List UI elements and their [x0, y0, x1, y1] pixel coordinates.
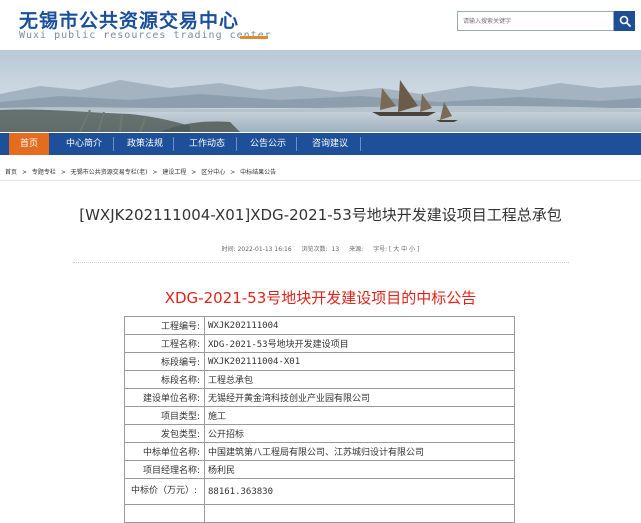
field-value: 杨利民: [204, 460, 515, 479]
font-size-switcher[interactable]: 字号: [ 大 中 小 ]: [373, 246, 419, 253]
nav-item-announcements[interactable]: 公告公示: [241, 133, 295, 155]
page-title: [WXJK202111004-X01]XDG-2021-53号地块开发建设项目工…: [79, 206, 562, 224]
nav-item-news[interactable]: 工作动态: [179, 133, 235, 155]
search-button[interactable]: [614, 11, 635, 31]
field-label: 工程编号:: [124, 316, 205, 335]
field-value: 中国建筑第八工程局有限公司、江苏城归设计有限公司: [204, 442, 515, 461]
table-row: 中标单位名称: 中国建筑第八工程局有限公司、江苏城归设计有限公司: [124, 442, 515, 461]
source-label: 来源:: [349, 246, 364, 253]
field-label: 项目类型:: [124, 406, 205, 425]
nav-divider: [296, 137, 297, 151]
table-row: 中标价（万元）: 88161.363830: [124, 478, 515, 505]
view-count: 13: [331, 246, 340, 253]
search-box: [457, 11, 614, 31]
nav-item-consultation[interactable]: 咨询建议: [301, 133, 359, 155]
logo-accent-bar: [240, 36, 268, 39]
views-label: 浏览次数: 13: [302, 246, 340, 253]
table-row: 项目类型: 施工: [124, 406, 515, 425]
field-value: XDG-2021-53号地块开发建设项目: [204, 334, 515, 353]
field-value: 公开招标: [204, 424, 515, 443]
table-row: 建设单位名称: 无锡经开黄金湾科技创业产业园有限公司: [124, 388, 515, 407]
breadcrumb-link-home[interactable]: 首页: [5, 169, 17, 176]
field-value: 88161.363830: [204, 478, 515, 505]
table-row: [124, 504, 515, 523]
field-value: WXJK202111004-X01: [204, 352, 515, 371]
field-value: 施工: [204, 406, 515, 425]
meta-divider: [73, 262, 569, 263]
breadcrumb-link-results[interactable]: 中标结果公告: [240, 169, 276, 176]
field-label: 中标价（万元）:: [124, 478, 205, 505]
notice-title: XDG-2021-53号地块开发建设项目的中标公告: [164, 289, 477, 307]
field-label: 标段编号:: [124, 352, 205, 371]
table-row: 标段编号: WXJK202111004-X01: [124, 352, 515, 371]
site-logo-subtitle: Wuxi public resources trading center: [19, 30, 272, 41]
field-value: 工程总承包: [204, 370, 515, 389]
breadcrumb-link-special[interactable]: 专题专栏: [32, 169, 56, 176]
field-label: 中标单位名称:: [124, 442, 205, 461]
search-icon: [619, 15, 631, 27]
nav-divider: [236, 137, 237, 151]
table-row: 项目经理名称: 杨利民: [124, 460, 515, 479]
table-row: 工程编号: WXJK202111004: [124, 316, 515, 335]
main-nav: 首页 中心简介 政策法规 工作动态 公告公示 咨询建议: [0, 132, 641, 155]
site-logo-title[interactable]: 无锡市公共资源交易中心: [19, 6, 239, 33]
site-header: 无锡市公共资源交易中心 Wuxi public resources tradin…: [0, 0, 641, 50]
field-label: 工程名称:: [124, 334, 205, 353]
header-banner-image: [0, 50, 641, 132]
breadcrumb-separator: >: [21, 169, 27, 176]
breadcrumb-separator: >: [230, 169, 236, 176]
nav-divider: [113, 137, 114, 151]
nav-divider: [173, 137, 174, 151]
breadcrumb-separator: >: [60, 169, 66, 176]
views-label-text: 浏览次数:: [301, 246, 328, 253]
search-input[interactable]: [458, 12, 613, 30]
field-label: 建设单位名称:: [124, 388, 205, 407]
breadcrumb-link-wuxi-column[interactable]: 无锡市公共资源交易专栏(老): [71, 169, 148, 176]
field-value: [204, 504, 515, 523]
publish-time: 时间: 2022-01-13 16:16: [221, 246, 292, 253]
award-info-table: 工程编号: WXJK202111004 工程名称: XDG-2021-53号地块…: [124, 316, 515, 523]
breadcrumb-link-district[interactable]: 区分中心: [201, 169, 225, 176]
breadcrumb: 首页 > 专题专栏 > 无锡市公共资源交易专栏(老) > 建设工程 > 区分中心…: [5, 167, 279, 176]
nav-item-home[interactable]: 首页: [9, 133, 49, 155]
field-value: WXJK202111004: [204, 316, 515, 335]
nav-divider: [360, 137, 361, 151]
breadcrumb-divider: [0, 180, 641, 181]
breadcrumb-separator: >: [191, 169, 197, 176]
breadcrumb-separator: >: [152, 169, 158, 176]
nav-item-policies[interactable]: 政策法规: [118, 133, 172, 155]
field-label: 发包类型:: [124, 424, 205, 443]
article-meta: 时间: 2022-01-13 16:16 浏览次数: 13 来源: 字号: [ …: [0, 244, 641, 253]
table-row: 工程名称: XDG-2021-53号地块开发建设项目: [124, 334, 515, 353]
nav-item-about[interactable]: 中心简介: [56, 133, 112, 155]
breadcrumb-link-construction[interactable]: 建设工程: [162, 169, 186, 176]
table-row: 发包类型: 公开招标: [124, 424, 515, 443]
table-row: 标段名称: 工程总承包: [124, 370, 515, 389]
field-value: 无锡经开黄金湾科技创业产业园有限公司: [204, 388, 515, 407]
field-label: 项目经理名称:: [124, 460, 205, 479]
field-label: 标段名称:: [124, 370, 205, 389]
field-label: [124, 504, 205, 523]
